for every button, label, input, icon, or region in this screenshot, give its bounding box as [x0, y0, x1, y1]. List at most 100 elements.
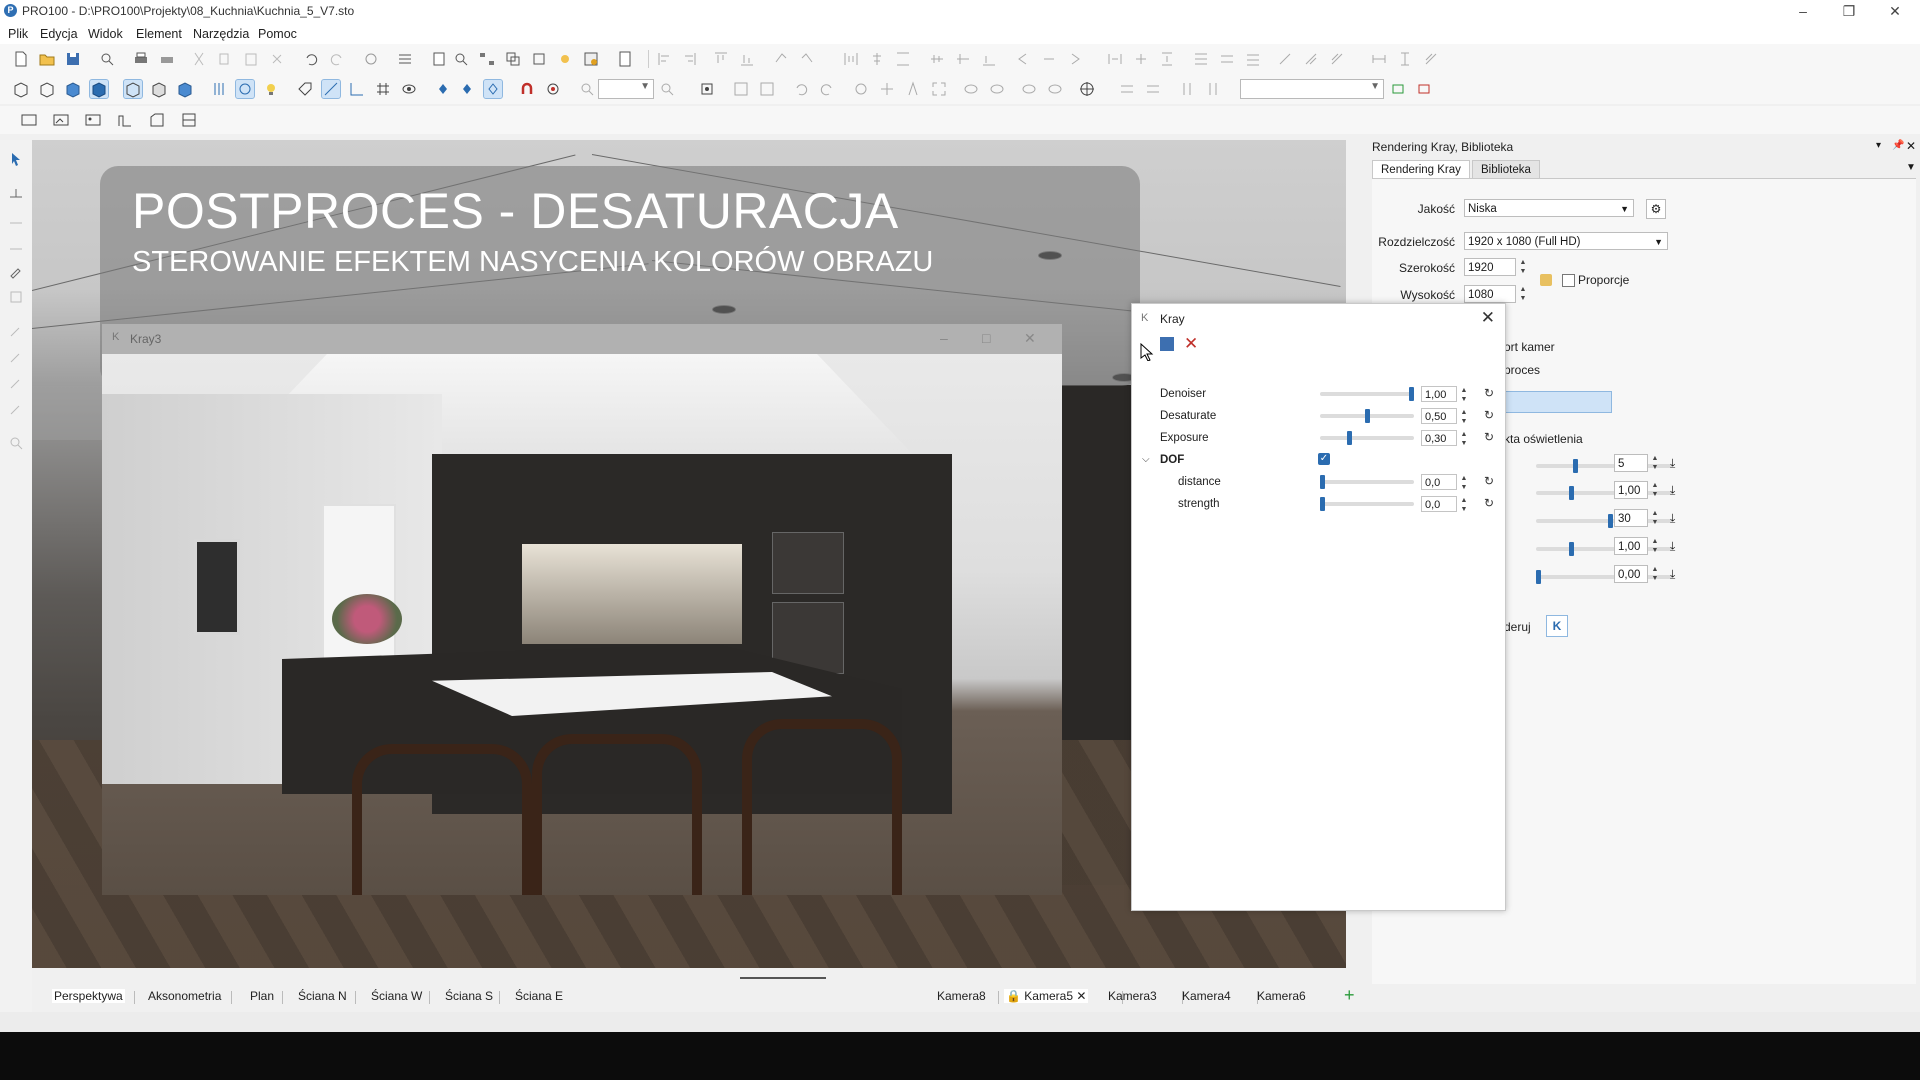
- pan-icon[interactable]: [878, 80, 896, 98]
- redo-view-icon[interactable]: [818, 80, 836, 98]
- rotate-back-icon[interactable]: [798, 50, 816, 68]
- rp-apply-1-icon[interactable]: ⤓: [1670, 456, 1675, 471]
- size-equal-h-icon[interactable]: [1396, 50, 1414, 68]
- shape-tool-icon[interactable]: [7, 288, 25, 306]
- calculator-icon[interactable]: [616, 50, 634, 68]
- hierarchy-icon[interactable]: [478, 50, 496, 68]
- resolution-select[interactable]: 1920 x 1080 (Full HD) ▼: [1464, 232, 1668, 250]
- rp-slider-2-thumb[interactable]: [1568, 486, 1574, 500]
- copy-icon[interactable]: [216, 50, 234, 68]
- section-h2-icon[interactable]: [1144, 80, 1162, 98]
- strength-slider-thumb[interactable]: [1320, 497, 1325, 511]
- rp-spinner-4[interactable]: ▲ ▼: [1650, 537, 1660, 555]
- rp-value-3[interactable]: 30: [1614, 509, 1648, 527]
- align-edge-icon[interactable]: [980, 50, 998, 68]
- spacing-v-icon[interactable]: [1158, 50, 1176, 68]
- save-icon[interactable]: [64, 50, 82, 68]
- tab-plan[interactable]: Plan: [250, 989, 274, 1003]
- lock-proportions-icon[interactable]: [1540, 274, 1552, 286]
- draw-tool-2-icon[interactable]: [7, 210, 25, 228]
- diagonal-3-icon[interactable]: [1328, 50, 1346, 68]
- stack-bottom-icon[interactable]: [1244, 50, 1262, 68]
- rp-slider-1-thumb[interactable]: [1572, 459, 1578, 473]
- close-window-button[interactable]: ✕: [1872, 0, 1918, 24]
- dof-checkbox[interactable]: ✓: [1318, 453, 1330, 465]
- tab-kamera4[interactable]: Kamera4: [1182, 989, 1231, 1003]
- exposure-slider-thumb[interactable]: [1346, 431, 1352, 445]
- tab-kamera5[interactable]: 🔒 Kamera5 ✕: [1004, 989, 1089, 1003]
- zoom-window-icon[interactable]: [732, 80, 750, 98]
- tab-perspektywa[interactable]: Perspektywa: [52, 989, 125, 1003]
- edit-tool-2-icon[interactable]: [7, 348, 25, 366]
- height-spinner[interactable]: ▲ ▼: [1518, 285, 1528, 303]
- tab-kamera8[interactable]: Kamera8: [937, 989, 986, 1003]
- align-top-icon[interactable]: [712, 50, 730, 68]
- denoiser-spinner[interactable]: ▲ ▼: [1459, 386, 1469, 403]
- exposure-spinner[interactable]: ▲ ▼: [1459, 430, 1469, 447]
- crosshair-icon[interactable]: [1078, 80, 1096, 98]
- stack-top-icon[interactable]: [1192, 50, 1210, 68]
- measure-icon[interactable]: [321, 79, 341, 99]
- tab-sciana-n[interactable]: Ściana N: [298, 989, 347, 1003]
- distance-reset-icon[interactable]: ↻: [1484, 474, 1494, 488]
- menu-edycja[interactable]: Edycja: [40, 27, 78, 41]
- bulb-icon[interactable]: [262, 80, 280, 98]
- rp-value-2[interactable]: 1,00: [1614, 481, 1648, 499]
- tab-sciana-s[interactable]: Ściana S: [445, 989, 493, 1003]
- rp-apply-4-icon[interactable]: ⤓: [1670, 539, 1675, 554]
- distance-spinner[interactable]: ▲ ▼: [1459, 474, 1469, 491]
- tab-biblioteka[interactable]: Biblioteka: [1472, 160, 1540, 180]
- document-icon[interactable]: [430, 50, 448, 68]
- quality-settings-gear-icon[interactable]: ⚙: [1646, 199, 1666, 219]
- add-camera-tab-icon[interactable]: +: [1344, 985, 1355, 1006]
- menu-widok[interactable]: Widok: [88, 27, 123, 41]
- diamond-icon[interactable]: [434, 80, 452, 98]
- eyedropper-icon[interactable]: [7, 262, 25, 280]
- strength-spinner[interactable]: ▲ ▼: [1459, 496, 1469, 513]
- open-folder-icon[interactable]: [38, 50, 56, 68]
- menu-plik[interactable]: Plik: [8, 27, 28, 41]
- align-left-icon[interactable]: [656, 50, 674, 68]
- cut-icon[interactable]: [190, 50, 208, 68]
- render-icon[interactable]: [20, 111, 38, 129]
- menu-pomoc[interactable]: Pomoc: [258, 27, 297, 41]
- distribute-h-icon[interactable]: [842, 50, 860, 68]
- undo-view-icon[interactable]: [792, 80, 810, 98]
- add-camera-icon[interactable]: [1390, 80, 1408, 98]
- rotate-icon[interactable]: [772, 50, 790, 68]
- panel-menu-icon[interactable]: ▾: [1876, 140, 1881, 151]
- exposure-reset-icon[interactable]: ↻: [1484, 430, 1494, 444]
- distance-value[interactable]: 0,0: [1421, 474, 1457, 490]
- desaturate-slider-track[interactable]: [1320, 409, 1414, 423]
- tab-kamera6[interactable]: Kamera6: [1257, 989, 1306, 1003]
- orbit-icon[interactable]: [852, 80, 870, 98]
- tab-rendering-kray[interactable]: Rendering Kray: [1372, 160, 1470, 180]
- magnifier-icon[interactable]: [7, 434, 25, 452]
- denoiser-slider-thumb[interactable]: [1409, 387, 1414, 401]
- size-equal-w-icon[interactable]: [1370, 50, 1388, 68]
- view-mode-2-icon[interactable]: [150, 80, 168, 98]
- fit-view-icon[interactable]: [698, 80, 716, 98]
- camera-b-icon[interactable]: [988, 80, 1006, 98]
- group-icon[interactable]: [504, 50, 522, 68]
- wall-icon[interactable]: [116, 111, 134, 129]
- zoom-combo[interactable]: ▼: [598, 79, 654, 99]
- find-icon[interactable]: [452, 50, 470, 68]
- section-h-icon[interactable]: [1118, 80, 1136, 98]
- undo-icon[interactable]: [302, 50, 320, 68]
- desaturate-value[interactable]: 0,50: [1421, 408, 1457, 424]
- view-solid-icon[interactable]: [64, 80, 82, 98]
- light-sun-icon[interactable]: [556, 50, 574, 68]
- section-v2-icon[interactable]: [1204, 80, 1222, 98]
- desaturate-spinner[interactable]: ▲ ▼: [1459, 408, 1469, 425]
- properties-icon[interactable]: [396, 50, 414, 68]
- delete-preset-icon[interactable]: ✕: [1184, 334, 1198, 354]
- denoiser-reset-icon[interactable]: ↻: [1484, 386, 1494, 400]
- cabinet-icon[interactable]: [180, 111, 198, 129]
- render-kray-icon[interactable]: [52, 111, 70, 129]
- delete-icon[interactable]: [268, 50, 286, 68]
- render-window-kray3[interactable]: K Kray3 – □ ✕: [102, 324, 1062, 895]
- view-mode-3-icon[interactable]: [176, 80, 194, 98]
- edit-tool-3-icon[interactable]: [7, 374, 25, 392]
- exposure-slider-track[interactable]: [1320, 431, 1414, 445]
